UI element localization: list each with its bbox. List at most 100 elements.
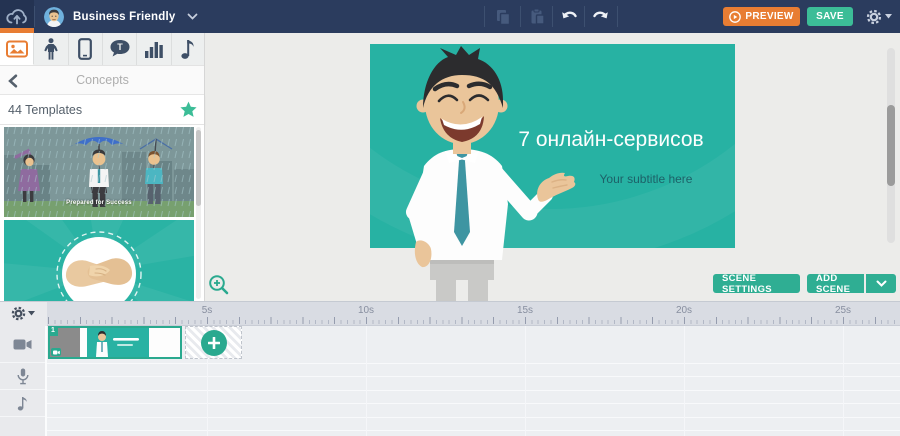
- timeline-scene-clip[interactable]: [48, 326, 182, 359]
- add-scene-button[interactable]: ADD SCENE: [807, 274, 864, 293]
- magnifier-plus-icon: [208, 274, 230, 296]
- plus-icon: [201, 330, 227, 356]
- scene-settings-label: SCENE SETTINGS: [722, 273, 791, 295]
- paste-icon: [528, 8, 546, 26]
- save-button[interactable]: SAVE: [807, 7, 853, 26]
- grid-line: [525, 326, 526, 436]
- templates-header: 44 Templates: [0, 95, 205, 125]
- ruler-label: 5s: [195, 305, 219, 316]
- svg-text:T: T: [117, 42, 123, 52]
- grid-line: [47, 417, 900, 418]
- template-list: Prepared for Success: [0, 125, 205, 301]
- audio-track-header[interactable]: [0, 363, 45, 390]
- grid-line: [47, 363, 900, 364]
- caret-down-icon: [28, 311, 35, 316]
- grid-line: [47, 390, 900, 391]
- templates-panel: Concepts 44 Templates: [0, 66, 205, 301]
- scene-settings-button[interactable]: SCENE SETTINGS: [713, 274, 800, 293]
- undo-icon: [560, 9, 578, 25]
- asset-tab-bar: T: [0, 33, 205, 66]
- star-icon[interactable]: [180, 101, 197, 118]
- tab-properties[interactable]: [69, 33, 103, 65]
- presenter-character[interactable]: [390, 46, 585, 302]
- template-scrollbar-thumb[interactable]: [196, 130, 201, 206]
- timeline-settings-cell: [0, 302, 47, 326]
- copy-button[interactable]: [487, 0, 518, 33]
- speech-bubble-icon: T: [109, 39, 131, 59]
- bar-chart-icon: [144, 40, 164, 58]
- ruler-label: 25s: [831, 305, 855, 316]
- phone-icon: [78, 38, 92, 60]
- timeline-tracks: 1: [0, 326, 900, 436]
- canvas-zoom-button[interactable]: [208, 274, 230, 296]
- copy-icon: [494, 8, 512, 26]
- timeline-add-scene-tile[interactable]: [185, 326, 242, 359]
- paste-button[interactable]: [521, 0, 552, 33]
- timeline-ruler[interactable]: 5s 10s 15s 20s 25s: [47, 302, 900, 326]
- chevron-down-icon: [876, 280, 887, 287]
- image-icon: [6, 40, 28, 58]
- settings-menu-button[interactable]: [866, 9, 892, 25]
- save-label: SAVE: [816, 11, 844, 22]
- ruler-ticks-major: [48, 317, 900, 324]
- grid-line: [47, 430, 900, 431]
- project-switcher-dropdown[interactable]: Business Friendly: [38, 0, 203, 33]
- grid-line: [843, 326, 844, 436]
- tab-backgrounds[interactable]: [0, 33, 34, 65]
- caret-down-icon: [885, 14, 892, 19]
- redo-icon: [592, 9, 610, 25]
- clip-section: [149, 328, 180, 357]
- top-bar-right-group: PREVIEW SAVE: [723, 7, 892, 26]
- divider: [34, 6, 35, 27]
- tab-charts[interactable]: [137, 33, 171, 65]
- divider: [484, 6, 485, 27]
- top-bar: Business Friendly: [0, 0, 900, 33]
- preview-label: PREVIEW: [745, 11, 793, 22]
- grid-line: [47, 376, 900, 377]
- tab-characters[interactable]: [34, 33, 68, 65]
- clip-section: [80, 328, 87, 357]
- video-editor-app: Business Friendly: [0, 0, 900, 436]
- grid-line: [684, 326, 685, 436]
- ruler-label: 10s: [354, 305, 378, 316]
- video-track-header[interactable]: [0, 326, 45, 363]
- grid-line: [47, 403, 900, 404]
- timeline-ruler-row: 5s 10s 15s 20s 25s: [0, 302, 900, 326]
- active-tab-accent: [0, 28, 34, 33]
- ruler-label: 15s: [513, 305, 537, 316]
- templates-count: 44 Templates: [8, 103, 82, 117]
- add-scene-split-button: ADD SCENE: [807, 274, 896, 293]
- stage-scrollbar-thumb[interactable]: [887, 105, 895, 186]
- stage-buttons: SCENE SETTINGS ADD SCENE: [713, 274, 896, 293]
- track-labels-column: [0, 326, 47, 436]
- music-note-icon: [17, 396, 28, 411]
- undo-button[interactable]: [553, 0, 584, 33]
- video-camera-icon: [13, 338, 32, 351]
- tab-music[interactable]: [172, 33, 205, 65]
- timeline-settings-button[interactable]: [11, 306, 35, 321]
- chevron-down-icon: [187, 13, 198, 20]
- avatar: [44, 7, 64, 27]
- tab-text[interactable]: T: [103, 33, 137, 65]
- panel-border: [204, 33, 205, 301]
- template-item-prepared-for-success[interactable]: Prepared for Success: [4, 127, 194, 217]
- timeline: 5s 10s 15s 20s 25s: [0, 301, 900, 436]
- ruler-label: 20s: [672, 305, 696, 316]
- project-name: Business Friendly: [73, 11, 175, 23]
- music-note-icon: [180, 38, 196, 60]
- preview-button[interactable]: PREVIEW: [723, 7, 800, 26]
- add-scene-label: ADD SCENE: [816, 273, 855, 295]
- grid-line: [366, 326, 367, 436]
- gear-icon: [866, 9, 882, 25]
- redo-button[interactable]: [585, 0, 616, 33]
- microphone-icon: [17, 368, 29, 385]
- scene-number-badge: 1: [48, 326, 58, 336]
- music-track-header[interactable]: [0, 390, 45, 417]
- person-icon: [41, 38, 61, 60]
- cloud-upload-icon: [5, 6, 29, 28]
- gear-icon: [11, 306, 26, 321]
- category-header: Concepts: [0, 66, 205, 95]
- template-item-handshake[interactable]: [4, 220, 194, 301]
- template-title: Prepared for Success: [4, 200, 194, 206]
- add-scene-dropdown-button[interactable]: [866, 274, 896, 293]
